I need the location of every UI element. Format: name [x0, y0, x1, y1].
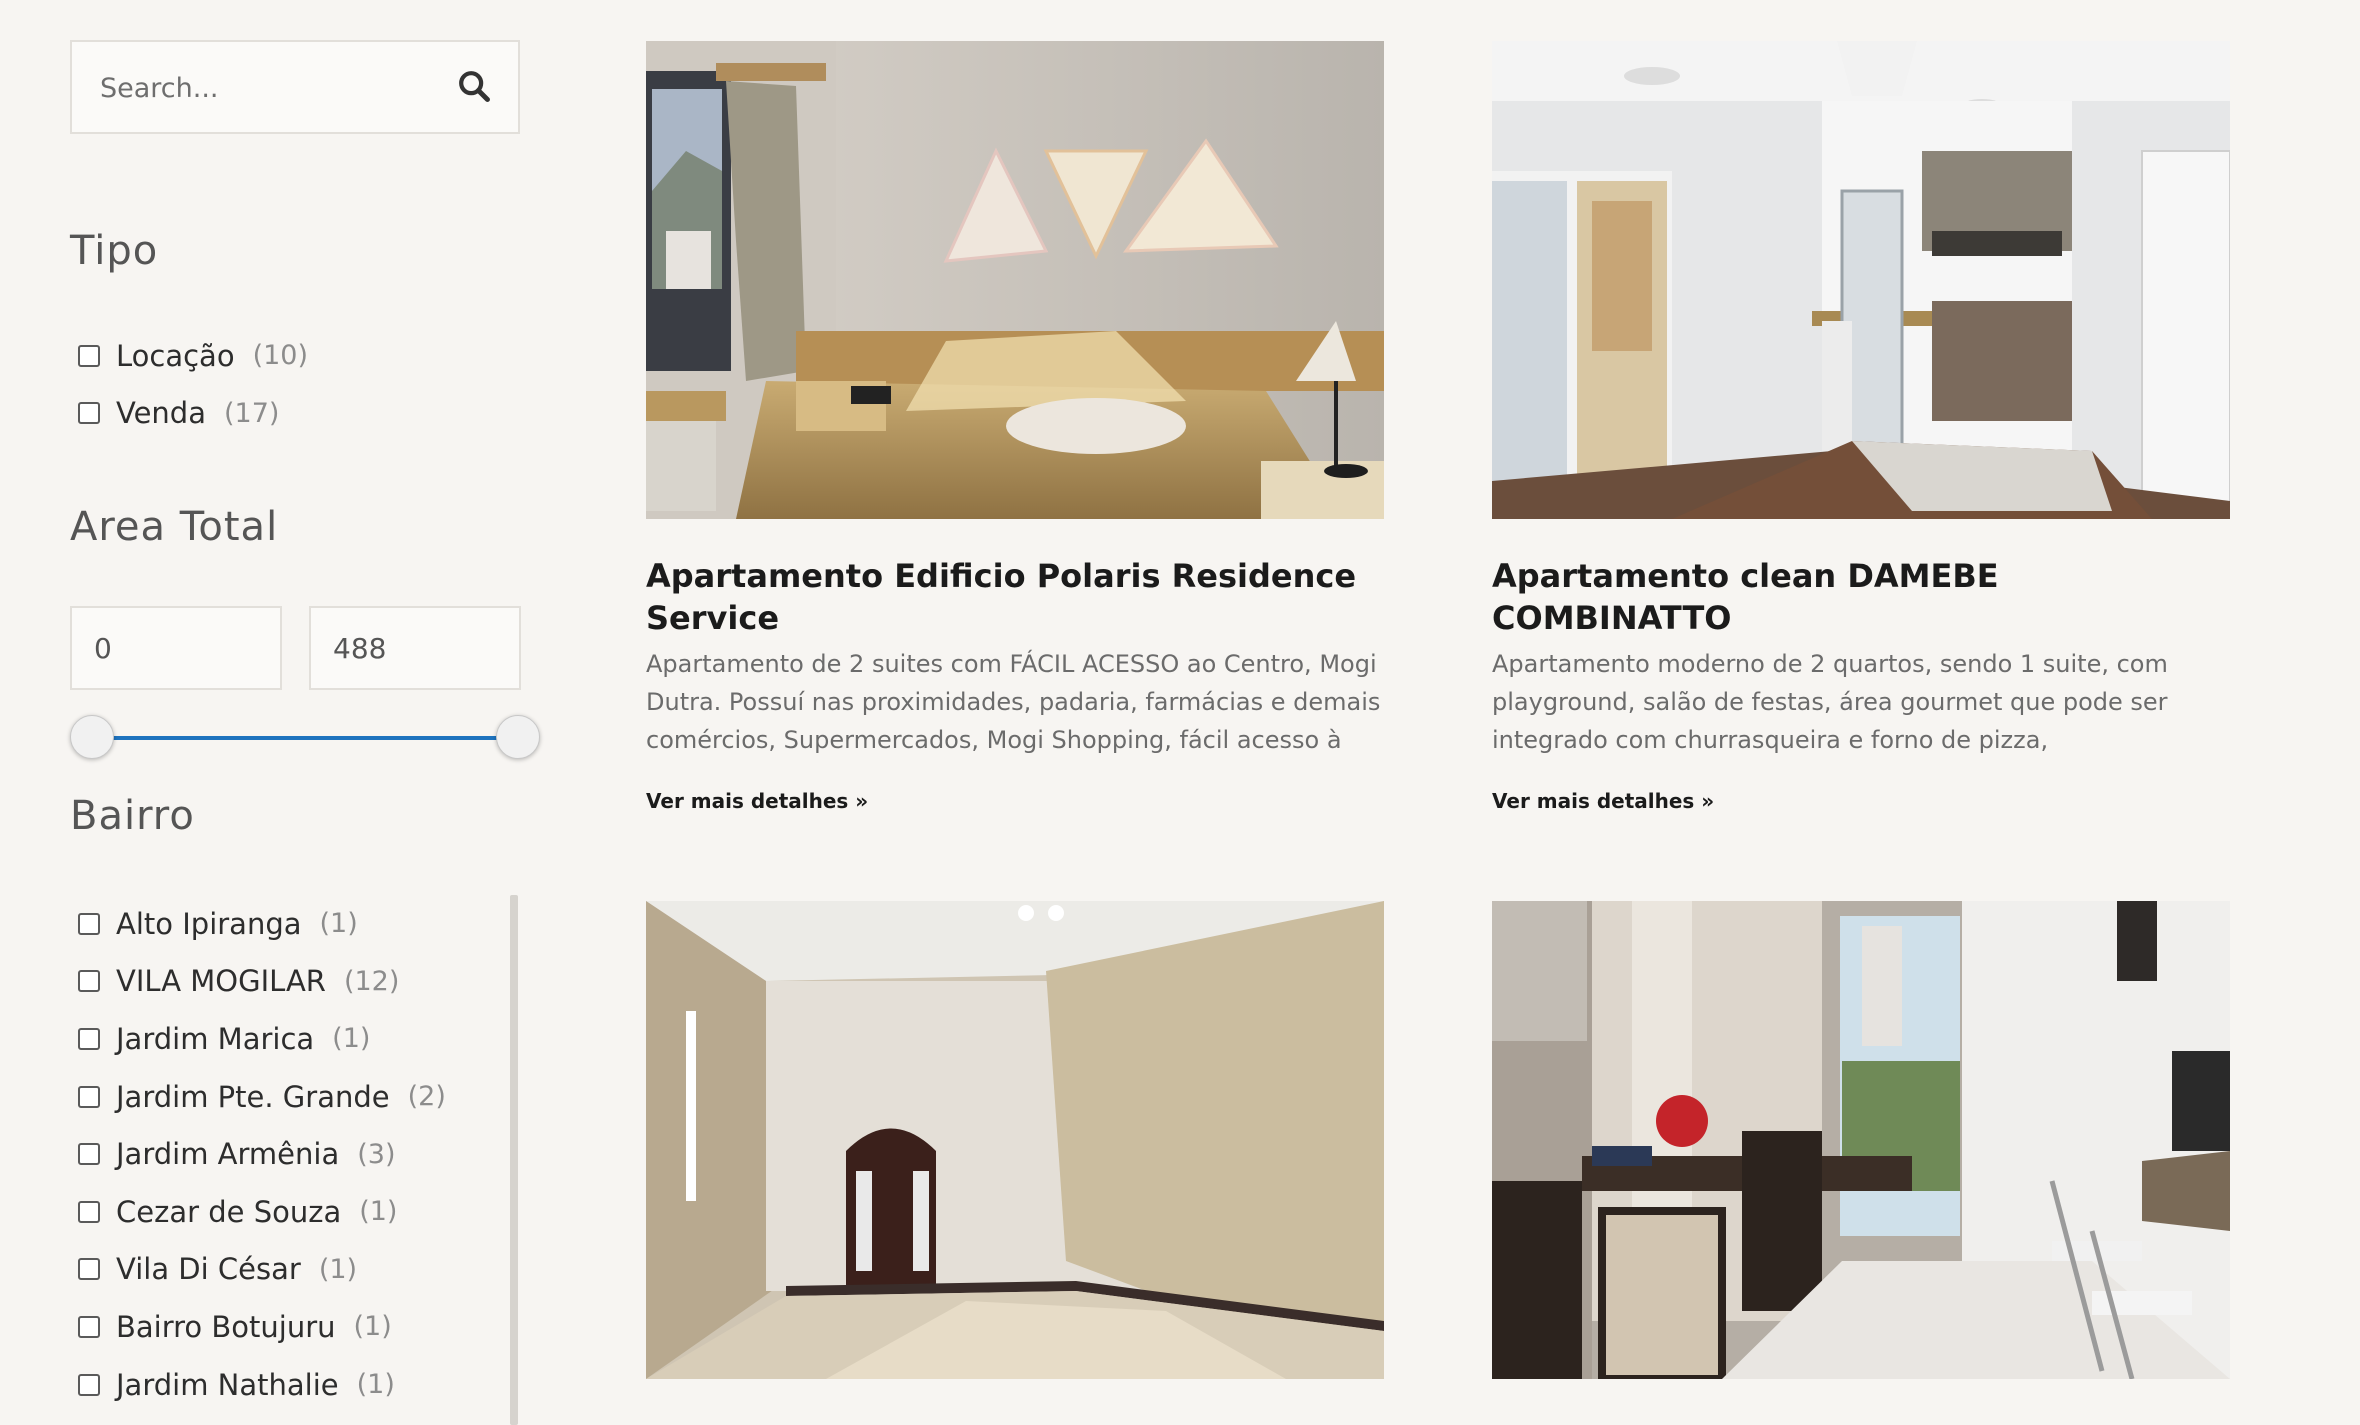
- search-input[interactable]: [98, 42, 442, 134]
- listing-card: [646, 901, 1384, 1379]
- bairro-heading: Bairro: [70, 793, 195, 839]
- listing-photo-bedroom[interactable]: [646, 41, 1384, 519]
- option-count: (10): [252, 340, 309, 372]
- bairro-scrollbar[interactable]: [510, 895, 518, 1425]
- bairro-option[interactable]: Alto Ipiranga (1): [78, 895, 446, 953]
- bairro-option[interactable]: Vila Di César (1): [78, 1241, 446, 1299]
- option-label: Alto Ipiranga: [116, 906, 302, 941]
- option-count: (3): [357, 1138, 396, 1170]
- option-label: Jardim Armênia: [116, 1137, 340, 1172]
- tipo-option-locacao[interactable]: Locação (10): [78, 327, 308, 385]
- area-range-inputs: 0 488: [70, 606, 521, 690]
- option-label: Locação: [116, 338, 235, 373]
- bairro-option[interactable]: Bairro Botujuru (1): [78, 1298, 446, 1356]
- listing-card: Apartamento Edificio Polaris Residence S…: [646, 41, 1384, 813]
- option-count: (17): [224, 397, 280, 429]
- option-label: Vila Di César: [116, 1252, 301, 1287]
- search-icon[interactable]: [452, 64, 498, 110]
- option-count: (12): [343, 965, 400, 997]
- listing-photo-dining-room[interactable]: [1492, 901, 2230, 1379]
- checkbox[interactable]: [78, 1027, 100, 1050]
- bairro-options: Alto Ipiranga (1) VILA MOGILAR (12) Jard…: [78, 895, 446, 1413]
- checkbox[interactable]: [78, 1315, 100, 1338]
- filter-sidebar: Tipo Locação (10) Venda (17) Area Total …: [70, 40, 540, 1425]
- option-label: VILA MOGILAR: [116, 964, 326, 999]
- option-label: Venda: [116, 396, 206, 431]
- checkbox[interactable]: [78, 1085, 100, 1108]
- option-count: (1): [353, 1311, 392, 1343]
- checkbox[interactable]: [78, 1258, 100, 1281]
- details-link[interactable]: Ver mais detalhes »: [646, 789, 1384, 813]
- listing-description: Apartamento moderno de 2 quartos, sendo …: [1492, 650, 2168, 754]
- listing-card: [1492, 901, 2230, 1379]
- search-box: [70, 40, 520, 134]
- bairro-option[interactable]: Cezar de Souza (1): [78, 1183, 446, 1241]
- option-label: Jardim Marica: [116, 1021, 315, 1056]
- slider-handle-min[interactable]: [70, 715, 114, 759]
- option-label: Jardim Nathalie: [116, 1367, 339, 1402]
- option-count: (1): [319, 908, 358, 940]
- listing-title[interactable]: Apartamento Edificio Polaris Residence S…: [646, 555, 1384, 639]
- checkbox[interactable]: [78, 344, 100, 367]
- option-count: (1): [356, 1369, 395, 1401]
- listing-photo-entrance-hall[interactable]: [646, 901, 1384, 1379]
- option-label: Bairro Botujuru: [116, 1309, 336, 1344]
- slider-track: [94, 736, 498, 740]
- area-min-input[interactable]: 0: [70, 606, 282, 690]
- area-range-slider[interactable]: [70, 713, 540, 763]
- option-count: (1): [359, 1196, 398, 1228]
- option-count: (1): [318, 1253, 358, 1285]
- checkbox[interactable]: [78, 1200, 100, 1223]
- bairro-option[interactable]: Jardim Nathalie (1): [78, 1356, 446, 1414]
- bairro-scroll-area: Alto Ipiranga (1) VILA MOGILAR (12) Jard…: [70, 895, 520, 1425]
- bairro-option[interactable]: Jardim Pte. Grande (2): [78, 1068, 446, 1126]
- tipo-option-venda[interactable]: Venda (17): [78, 385, 308, 443]
- listing-photo-living-kitchen[interactable]: [1492, 41, 2230, 519]
- tipo-heading: Tipo: [70, 228, 159, 274]
- checkbox[interactable]: [78, 912, 100, 935]
- option-label: Jardim Pte. Grande: [116, 1079, 390, 1114]
- listing-card: Apartamento clean DAMEBE COMBINATTO Apar…: [1492, 41, 2230, 813]
- option-count: (2): [407, 1081, 446, 1113]
- listing-title[interactable]: Apartamento clean DAMEBE COMBINATTO: [1492, 555, 2230, 639]
- area-max-input[interactable]: 488: [309, 606, 521, 690]
- option-label: Cezar de Souza: [116, 1194, 342, 1229]
- bairro-option[interactable]: VILA MOGILAR (12): [78, 953, 446, 1011]
- area-total-heading: Area Total: [70, 504, 279, 550]
- checkbox[interactable]: [78, 1373, 100, 1396]
- bairro-option[interactable]: Jardim Marica (1): [78, 1010, 446, 1068]
- listing-description: Apartamento de 2 suites com FÁCIL ACESSO…: [646, 650, 1381, 754]
- slider-handle-max[interactable]: [496, 715, 540, 759]
- tipo-options: Locação (10) Venda (17): [78, 327, 308, 442]
- checkbox[interactable]: [78, 970, 100, 993]
- details-link[interactable]: Ver mais detalhes »: [1492, 789, 2230, 813]
- option-count: (1): [332, 1023, 371, 1055]
- checkbox[interactable]: [78, 1143, 100, 1166]
- checkbox[interactable]: [78, 402, 100, 425]
- bairro-option[interactable]: Jardim Armênia (3): [78, 1125, 446, 1183]
